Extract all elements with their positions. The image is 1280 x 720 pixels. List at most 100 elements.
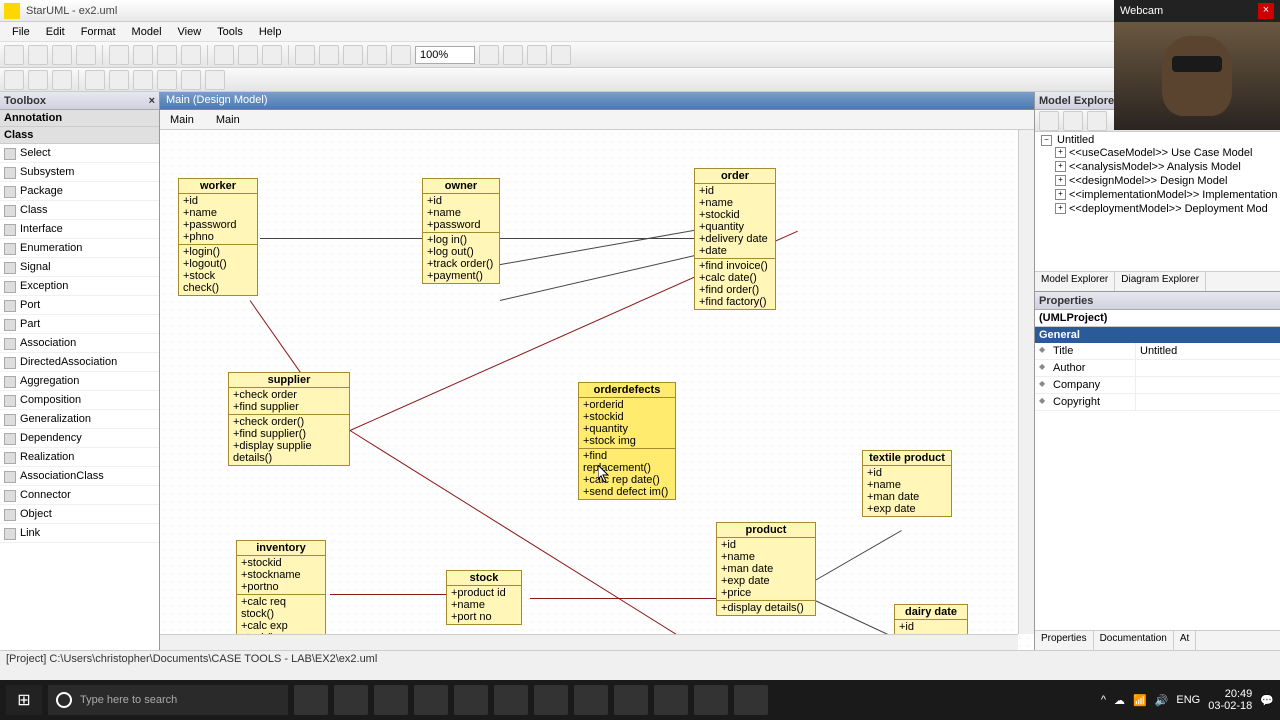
tab-main-2[interactable]: Main [210, 112, 246, 128]
class-supplier[interactable]: supplier +check order +find supplier +ch… [228, 372, 350, 466]
line-icon[interactable] [52, 70, 72, 90]
menu-view[interactable]: View [170, 24, 210, 40]
taskbar-search[interactable]: Type here to search [48, 685, 288, 715]
tray-volume-icon[interactable]: 🔊 [1155, 694, 1169, 707]
tree-item[interactable]: <<implementationModel>> Implementation [1053, 188, 1276, 202]
tool-aggregation[interactable]: Aggregation [0, 372, 159, 391]
section-annotation[interactable]: Annotation [0, 110, 159, 127]
tool3-icon[interactable] [367, 45, 387, 65]
copy-icon[interactable] [133, 45, 153, 65]
tool-select[interactable]: Select [0, 144, 159, 163]
align3-icon[interactable] [133, 70, 153, 90]
prop-row[interactable]: Author [1035, 360, 1280, 377]
tray-clock[interactable]: 20:49 03-02-18 [1208, 688, 1252, 712]
class-worker[interactable]: worker +id +name +password +phno +login(… [178, 178, 258, 296]
prop-value[interactable] [1135, 360, 1280, 376]
redo-icon[interactable] [238, 45, 258, 65]
diagram-canvas[interactable]: worker +id +name +password +phno +login(… [160, 130, 1034, 650]
close-icon[interactable]: × [149, 95, 155, 107]
tree-root[interactable]: Untitled [1039, 134, 1276, 146]
find-icon[interactable] [262, 45, 282, 65]
zoom-out-icon[interactable] [479, 45, 499, 65]
app-icon[interactable] [694, 685, 728, 715]
tool-dependency[interactable]: Dependency [0, 429, 159, 448]
align2-icon[interactable] [109, 70, 129, 90]
app-icon[interactable] [614, 685, 648, 715]
align5-icon[interactable] [181, 70, 201, 90]
tool-subsystem[interactable]: Subsystem [0, 163, 159, 182]
tool2-icon[interactable] [343, 45, 363, 65]
model-tree[interactable]: Untitled <<useCaseModel>> Use Case Model… [1035, 132, 1280, 271]
class-textile-product[interactable]: textile product +id +name +man date +exp… [862, 450, 952, 517]
start-button[interactable]: ⊞ [6, 685, 42, 715]
powerpoint-icon[interactable] [494, 685, 528, 715]
align4-icon[interactable] [157, 70, 177, 90]
taskbar-app-icon[interactable] [334, 685, 368, 715]
font-icon[interactable] [4, 70, 24, 90]
class-inventory[interactable]: inventory +stockid +stockname +portno +c… [236, 540, 326, 646]
tool4-icon[interactable] [391, 45, 411, 65]
open-icon[interactable] [28, 45, 48, 65]
menu-tools[interactable]: Tools [209, 24, 251, 40]
tool-associationclass[interactable]: AssociationClass [0, 467, 159, 486]
tool-class[interactable]: Class [0, 201, 159, 220]
prop-value[interactable] [1135, 394, 1280, 410]
menu-file[interactable]: File [4, 24, 38, 40]
tray-wifi-icon[interactable]: 📶 [1133, 694, 1147, 707]
paste-icon[interactable] [157, 45, 177, 65]
tool-directedassociation[interactable]: DirectedAssociation [0, 353, 159, 372]
store-icon[interactable] [534, 685, 568, 715]
tool-connector[interactable]: Connector [0, 486, 159, 505]
app-icon[interactable] [574, 685, 608, 715]
delete-icon[interactable] [181, 45, 201, 65]
grid-icon[interactable] [527, 45, 547, 65]
tool-composition[interactable]: Composition [0, 391, 159, 410]
chrome-icon[interactable] [654, 685, 688, 715]
print-icon[interactable] [76, 45, 96, 65]
app-icon[interactable] [734, 685, 768, 715]
tray-lang[interactable]: ENG [1176, 694, 1200, 706]
tool-port[interactable]: Port [0, 296, 159, 315]
properties-category[interactable]: General [1035, 327, 1280, 343]
class-owner[interactable]: owner +id +name +password +log in() +log… [422, 178, 500, 284]
tool-association[interactable]: Association [0, 334, 159, 353]
tray-onedrive-icon[interactable]: ☁ [1114, 694, 1125, 707]
tool-package[interactable]: Package [0, 182, 159, 201]
close-icon[interactable]: × [1258, 3, 1274, 19]
zoom-in-icon[interactable] [503, 45, 523, 65]
class-orderdefects[interactable]: orderdefects +orderid +stockid +quantity… [578, 382, 676, 500]
layout-icon[interactable] [551, 45, 571, 65]
tab-documentation[interactable]: Documentation [1094, 631, 1174, 650]
prop-row[interactable]: Company [1035, 377, 1280, 394]
filter-icon[interactable] [1063, 111, 1083, 131]
menu-model[interactable]: Model [124, 24, 170, 40]
tree-item[interactable]: <<designModel>> Design Model [1053, 174, 1276, 188]
tool-interface[interactable]: Interface [0, 220, 159, 239]
system-tray[interactable]: ^ ☁ 📶 🔊 ENG 20:49 03-02-18 💬 [1101, 688, 1274, 712]
tool-generalization[interactable]: Generalization [0, 410, 159, 429]
tool1-icon[interactable] [319, 45, 339, 65]
tool-realization[interactable]: Realization [0, 448, 159, 467]
tray-chevron-icon[interactable]: ^ [1101, 694, 1106, 706]
task-view-icon[interactable] [294, 685, 328, 715]
scrollbar-vertical[interactable] [1018, 130, 1034, 634]
expand-icon[interactable] [1087, 111, 1107, 131]
tab-main-1[interactable]: Main [164, 112, 200, 128]
tree-item[interactable]: <<deploymentModel>> Deployment Mod [1053, 202, 1276, 216]
tool-enumeration[interactable]: Enumeration [0, 239, 159, 258]
align6-icon[interactable] [205, 70, 225, 90]
section-class[interactable]: Class [0, 127, 159, 144]
prop-row[interactable]: Title Untitled [1035, 343, 1280, 360]
prop-value[interactable] [1135, 377, 1280, 393]
menu-help[interactable]: Help [251, 24, 290, 40]
tool-link[interactable]: Link [0, 524, 159, 543]
tab-diagram-explorer[interactable]: Diagram Explorer [1115, 272, 1206, 291]
class-stock[interactable]: stock +product id +name +port no [446, 570, 522, 625]
class-product[interactable]: product +id +name +man date +exp date +p… [716, 522, 816, 616]
tab-at[interactable]: At [1174, 631, 1196, 650]
notifications-icon[interactable]: 💬 [1260, 694, 1274, 707]
save-icon[interactable] [52, 45, 72, 65]
align1-icon[interactable] [85, 70, 105, 90]
menu-edit[interactable]: Edit [38, 24, 73, 40]
explorer-icon[interactable] [414, 685, 448, 715]
